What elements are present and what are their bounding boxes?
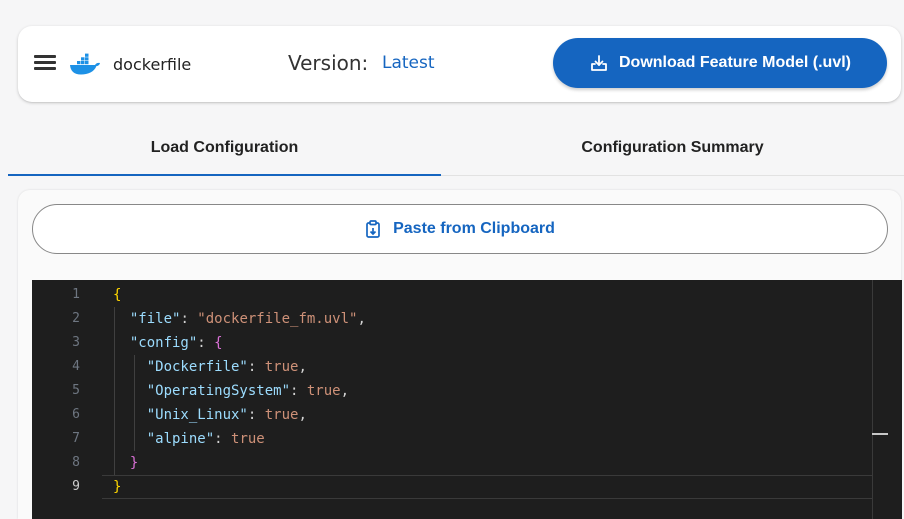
- code-token: "OperatingSystem": [146, 383, 291, 399]
- line-number: 7: [72, 431, 80, 446]
- code-line: 3 "config": {: [32, 331, 872, 355]
- version-label: Version:: [288, 51, 369, 75]
- code-token: :: [247, 407, 265, 423]
- content-panel: Paste from Clipboard 1 { 2 "file": "dock…: [18, 190, 902, 519]
- code-line: 5 "OperatingSystem": true,: [32, 379, 872, 403]
- line-number: 9: [72, 479, 80, 494]
- code-token: {: [113, 287, 122, 303]
- line-number: 3: [72, 335, 80, 350]
- code-token: :: [247, 359, 265, 375]
- line-number: 1: [72, 287, 80, 302]
- code-token: ,: [340, 383, 350, 399]
- editor-scrollbar[interactable]: [872, 280, 886, 519]
- code-token: true: [264, 407, 299, 423]
- code-line: 8 }: [32, 451, 872, 475]
- code-token: true: [231, 431, 265, 447]
- code-line: 7 "alpine": true: [32, 427, 872, 451]
- tab-configuration-summary[interactable]: Configuration Summary: [441, 120, 904, 176]
- code-line: 9 }: [32, 475, 872, 499]
- code-token: true: [306, 383, 341, 399]
- tab-load-configuration[interactable]: Load Configuration: [8, 120, 441, 176]
- code-token: "file": [129, 311, 181, 327]
- download-button-label: Download Feature Model (.uvl): [618, 54, 851, 71]
- app-bar: dockerfile Version: Latest Download Feat…: [18, 26, 901, 102]
- code-token: ,: [357, 311, 366, 327]
- code-token: ,: [298, 359, 307, 375]
- code-token: :: [214, 431, 232, 447]
- tab-label: Load Configuration: [150, 139, 299, 156]
- code-token: true: [264, 359, 299, 375]
- code-token: :: [180, 311, 198, 327]
- download-icon: [591, 55, 607, 71]
- active-tab-indicator: [8, 174, 441, 176]
- code-token: "config": [129, 335, 198, 351]
- line-number: 8: [72, 455, 80, 470]
- version-selector[interactable]: Latest: [382, 53, 435, 73]
- code-line: 6 "Unix_Linux": true,: [32, 403, 872, 427]
- code-token: "dockerfile_fm.uvl": [197, 311, 358, 327]
- paste-from-clipboard-button[interactable]: Paste from Clipboard: [32, 204, 888, 254]
- code-line: 4 "Dockerfile": true,: [32, 355, 872, 379]
- app-name: dockerfile: [113, 55, 192, 74]
- download-feature-model-button[interactable]: Download Feature Model (.uvl): [553, 38, 887, 88]
- tab-label: Configuration Summary: [581, 139, 764, 156]
- code-token: }: [113, 479, 122, 495]
- scrollbar-cursor-marker: [872, 433, 888, 435]
- code-token: ,: [298, 407, 307, 423]
- code-token: :: [290, 383, 307, 399]
- paste-button-label: Paste from Clipboard: [393, 220, 555, 237]
- line-number: 5: [72, 383, 80, 398]
- menu-icon[interactable]: [34, 53, 58, 73]
- line-number: 4: [72, 359, 80, 374]
- code-editor[interactable]: 1 { 2 "file": "dockerfile_fm.uvl", 3 "co…: [32, 280, 902, 519]
- code-token: "Unix_Linux": [146, 407, 248, 423]
- tab-bar: Load Configuration Configuration Summary: [8, 120, 904, 176]
- code-token: :: [197, 335, 215, 351]
- line-number: 6: [72, 407, 80, 422]
- code-line: 2 "file": "dockerfile_fm.uvl",: [32, 307, 872, 331]
- clipboard-icon: [366, 220, 380, 238]
- docker-logo-icon: [70, 53, 100, 75]
- code-token: }: [129, 455, 139, 471]
- code-line: 1 {: [32, 283, 872, 307]
- line-number: 2: [72, 311, 80, 326]
- code-token: {: [214, 335, 223, 351]
- code-token: "alpine": [146, 431, 215, 447]
- page: dockerfile Version: Latest Download Feat…: [0, 0, 904, 519]
- code-token: "Dockerfile": [146, 359, 248, 375]
